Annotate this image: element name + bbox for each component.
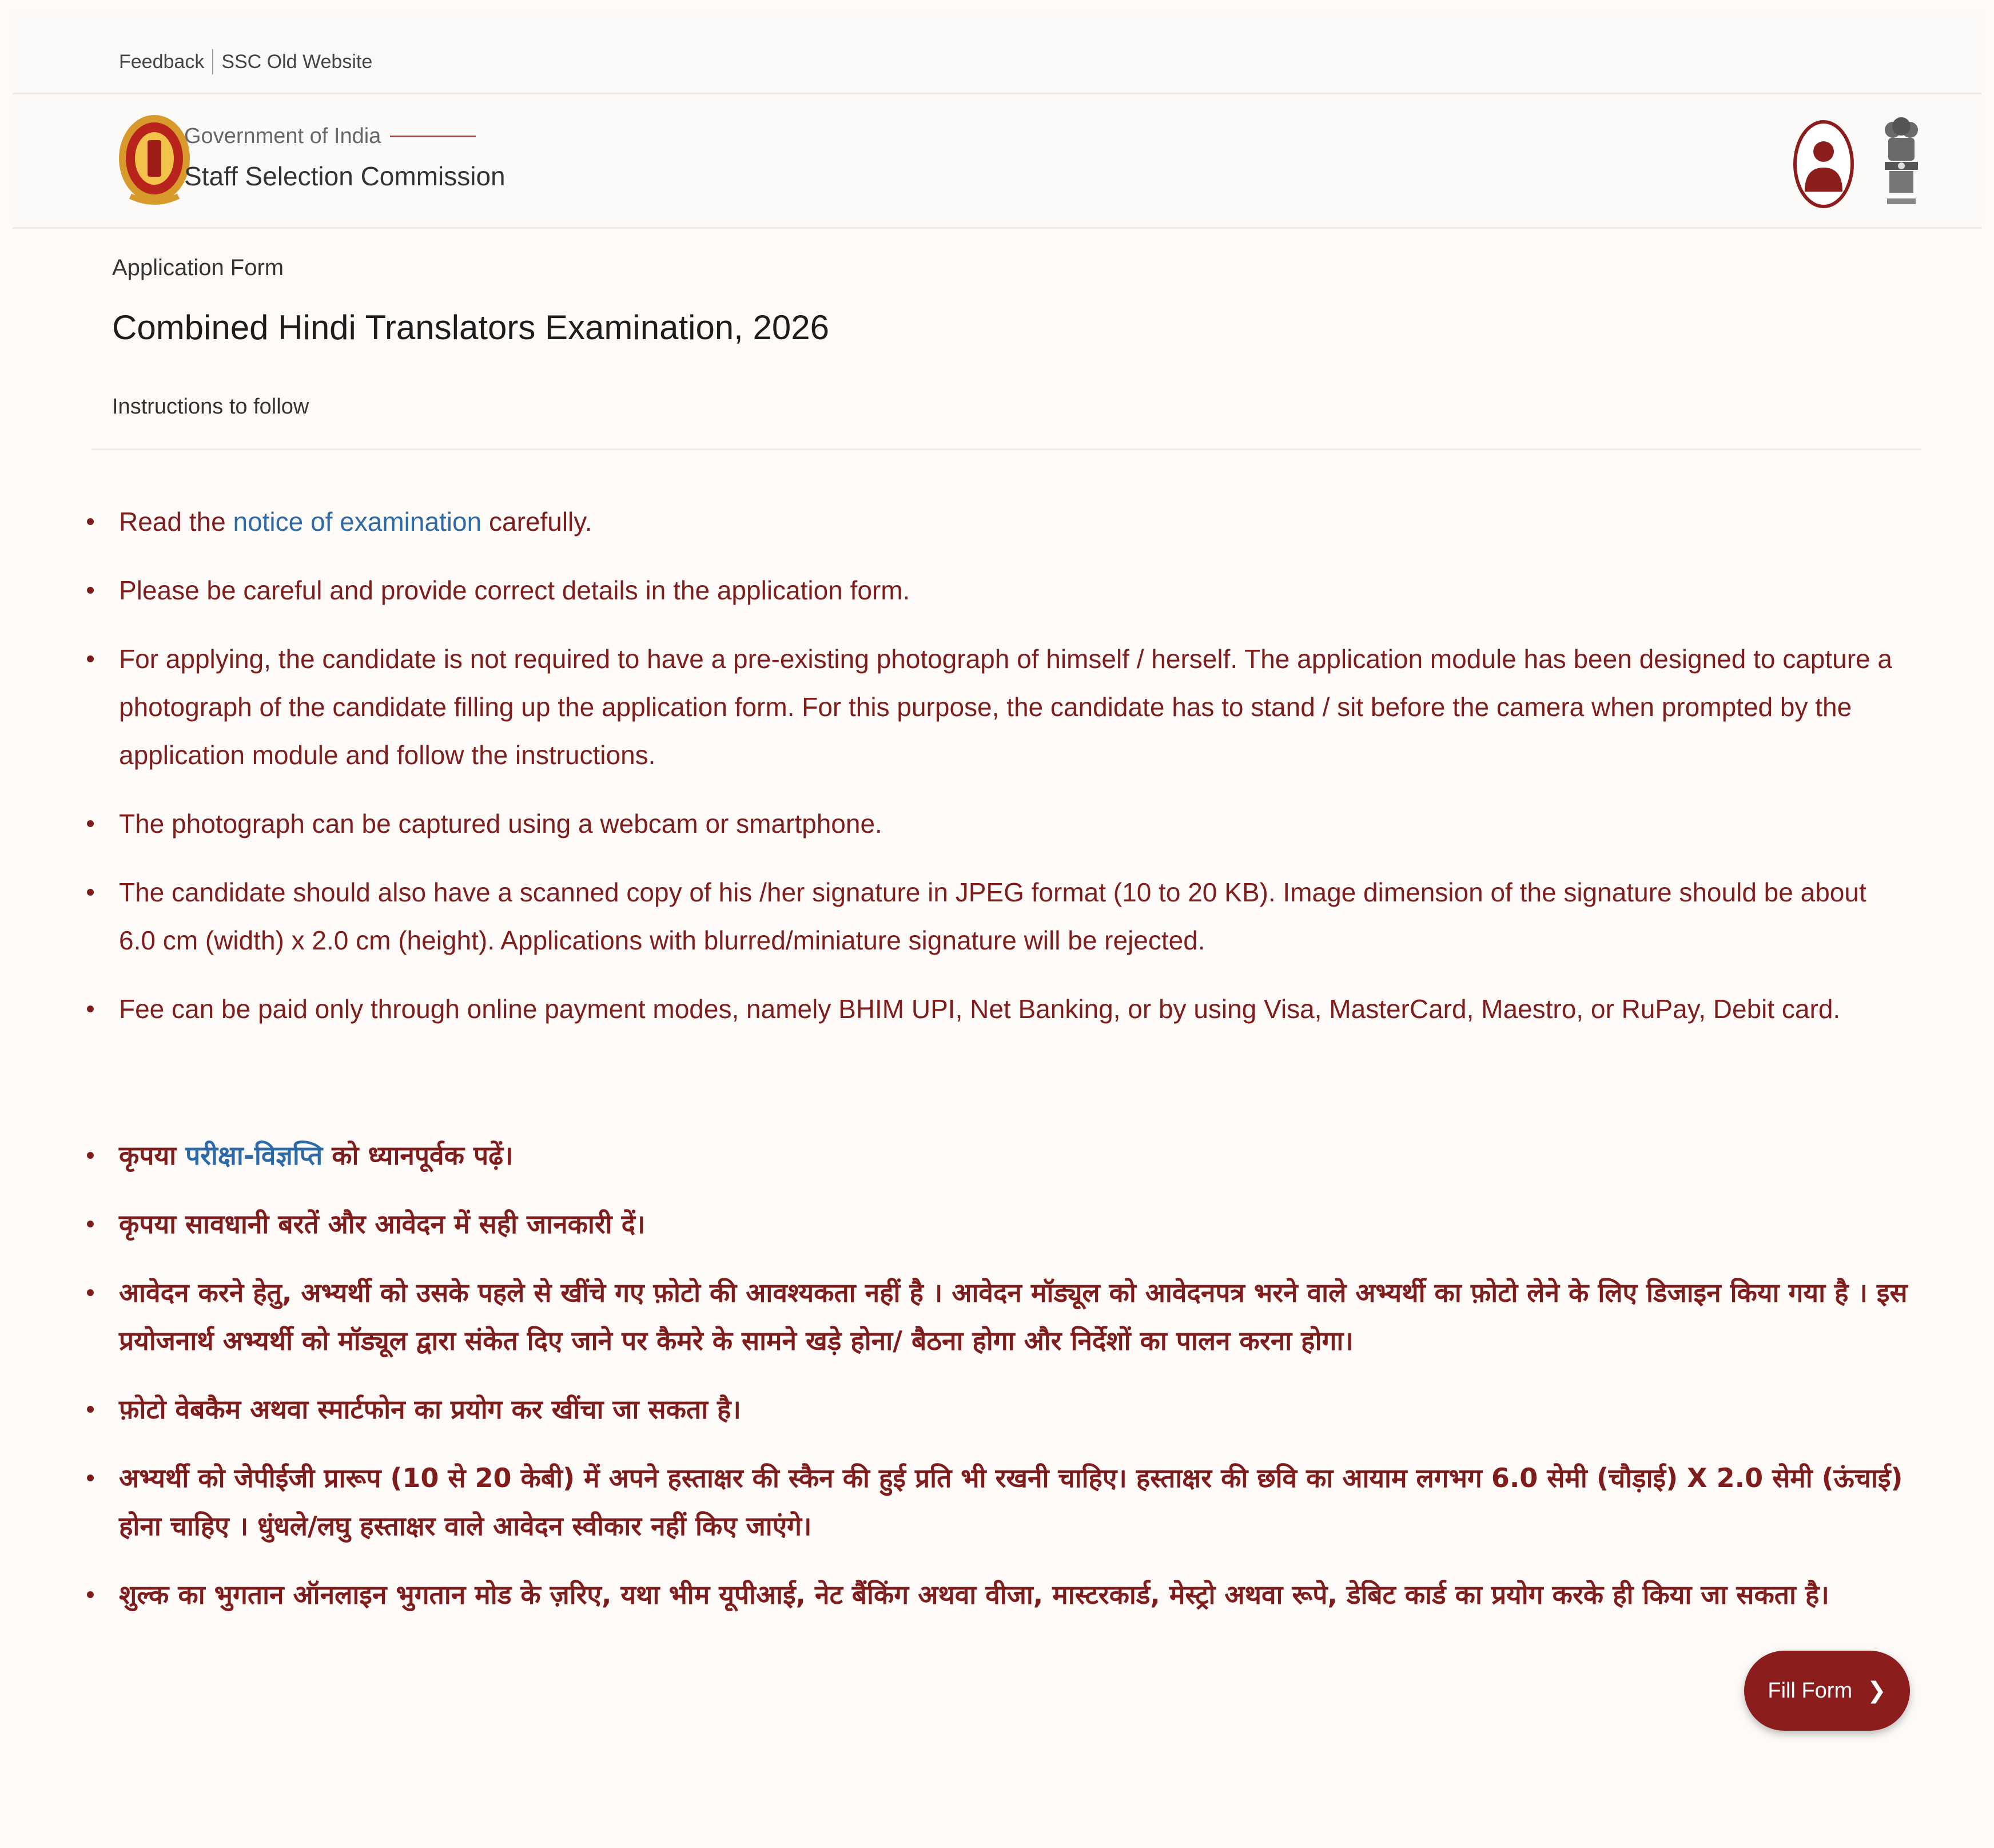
accent-line	[390, 136, 476, 137]
list-item: The candidate should also have a scanned…	[80, 868, 1910, 964]
list-item: अभ्यर्थी को जेपीईजी प्रारूप (10 से 20 के…	[80, 1454, 1910, 1550]
fill-form-button[interactable]: Fill Form ❯	[1744, 1651, 1910, 1731]
page: Feedback SSC Old Website Government of I…	[0, 0, 1994, 1848]
utility-bar: Feedback SSC Old Website	[13, 13, 1981, 94]
section-divider	[91, 448, 1921, 450]
list-item: Read the notice of examination carefully…	[80, 498, 1910, 546]
list-item: Fee can be paid only through online paym…	[80, 985, 1910, 1033]
instructions-label: Instructions to follow	[112, 395, 309, 419]
gov-label: Government of India	[184, 124, 381, 148]
list-item: फ़ोटो वेबकैम अथवा स्मार्टफोन का प्रयोग क…	[80, 1385, 1910, 1433]
list-item: कृपया परीक्षा-विज्ञप्ति को ध्यानपूर्वक प…	[80, 1131, 1910, 1179]
old-website-link[interactable]: SSC Old Website	[221, 51, 372, 73]
list-item: The photograph can be captured using a w…	[80, 800, 1910, 848]
page-title: Combined Hindi Translators Examination, …	[112, 308, 829, 347]
feedback-link[interactable]: Feedback	[119, 51, 204, 73]
form-subtitle: Application Form	[112, 255, 284, 280]
hindi-instructions: कृपया परीक्षा-विज्ञप्ति को ध्यानपूर्वक प…	[80, 1131, 1910, 1639]
list-item: शुल्क का भुगतान ऑनलाइन भुगतान मोड के ज़र…	[80, 1571, 1910, 1619]
notice-link-hindi[interactable]: परीक्षा-विज्ञप्ति	[185, 1140, 323, 1171]
utility-links: Feedback SSC Old Website	[119, 49, 372, 74]
fill-form-label: Fill Form	[1768, 1678, 1853, 1703]
list-item: आवेदन करने हेतु, अभ्यर्थी को उसके पहले स…	[80, 1269, 1910, 1365]
user-profile-icon[interactable]	[1792, 118, 1855, 210]
notice-of-examination-link[interactable]: notice of examination	[233, 507, 481, 536]
divider	[212, 49, 214, 74]
gov-label-row: Government of India	[184, 124, 476, 149]
ssc-logo-icon[interactable]	[114, 110, 194, 206]
chevron-right-icon: ❯	[1867, 1678, 1886, 1703]
site-header: Government of India Staff Selection Comm…	[13, 94, 1981, 229]
list-item: For applying, the candidate is not requi…	[80, 635, 1910, 779]
national-emblem-icon	[1885, 117, 1918, 204]
org-name: Staff Selection Commission	[184, 161, 506, 191]
english-instructions: Read the notice of examination carefully…	[80, 498, 1910, 1054]
list-item: कृपया सावधानी बरतें और आवेदन में सही जान…	[80, 1200, 1910, 1248]
list-item: Please be careful and provide correct de…	[80, 566, 1910, 614]
